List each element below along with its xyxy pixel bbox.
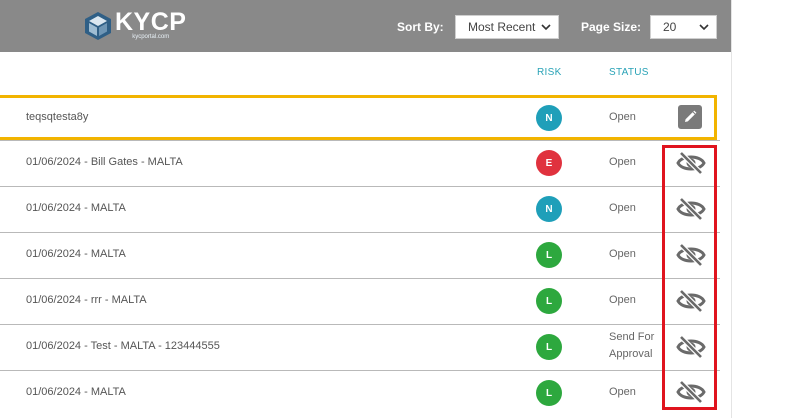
page-size-select[interactable]: 20 (650, 15, 717, 39)
case-name: 01/06/2024 - MALTA (26, 202, 126, 214)
top-bar: KYCP kycportal.com Sort By: Most Recent … (0, 0, 731, 52)
sort-by-label: Sort By: (397, 20, 444, 34)
risk-badge: L (536, 334, 562, 360)
status-text: Open (609, 248, 636, 260)
table-row[interactable]: 01/06/2024 - MALTA N Open (0, 187, 720, 232)
risk-badge: N (536, 196, 562, 222)
page-size-label: Page Size: (581, 20, 642, 34)
chevron-down-icon (699, 24, 709, 31)
table-row[interactable]: 01/06/2024 - Bill Gates - MALTA E Open (0, 141, 720, 186)
case-name: 01/06/2024 - MALTA (26, 248, 126, 260)
status-text: Open (609, 202, 636, 214)
status-column-header[interactable]: STATUS (609, 67, 649, 78)
sort-by-select[interactable]: Most Recent (455, 15, 559, 39)
case-list-panel: KYCP kycportal.com Sort By: Most Recent … (0, 0, 731, 418)
risk-column-header[interactable]: RISK (537, 67, 562, 78)
cube-logo-icon (85, 12, 111, 40)
risk-badge: L (536, 242, 562, 268)
action-icons-highlight (662, 145, 717, 410)
table-row[interactable]: 01/06/2024 - Test - MALTA - 123444555 L … (0, 325, 720, 370)
selected-row-highlight (0, 95, 717, 140)
risk-badge: L (536, 380, 562, 406)
risk-badge: E (536, 150, 562, 176)
status-text: Send For Approval (609, 329, 654, 363)
table-row[interactable]: 01/06/2024 - MALTA L Open (0, 233, 720, 278)
status-text: Open (609, 294, 636, 306)
brand-name: KYCP (115, 8, 187, 36)
status-line: Send For (609, 331, 655, 343)
status-line: Approval (609, 348, 653, 360)
sort-by-value: Most Recent (468, 20, 536, 34)
case-name: 01/06/2024 - MALTA (26, 386, 126, 398)
edit-button[interactable] (678, 105, 702, 129)
panel-edge (731, 0, 732, 418)
table-row[interactable]: 01/06/2024 - MALTA L Open (0, 371, 720, 416)
kycp-logo[interactable]: KYCP kycportal.com (84, 8, 187, 41)
pencil-icon (685, 110, 697, 122)
page-size-value: 20 (663, 20, 677, 34)
case-name: 01/06/2024 - rrr - MALTA (26, 294, 147, 306)
status-text: Open (609, 386, 636, 398)
case-name: 01/06/2024 - Test - MALTA - 123444555 (26, 340, 220, 352)
chevron-down-icon (541, 24, 551, 31)
status-text: Open (609, 156, 636, 168)
risk-badge: L (536, 288, 562, 314)
case-name: 01/06/2024 - Bill Gates - MALTA (26, 156, 183, 168)
table-row[interactable]: 01/06/2024 - rrr - MALTA L Open (0, 279, 720, 324)
